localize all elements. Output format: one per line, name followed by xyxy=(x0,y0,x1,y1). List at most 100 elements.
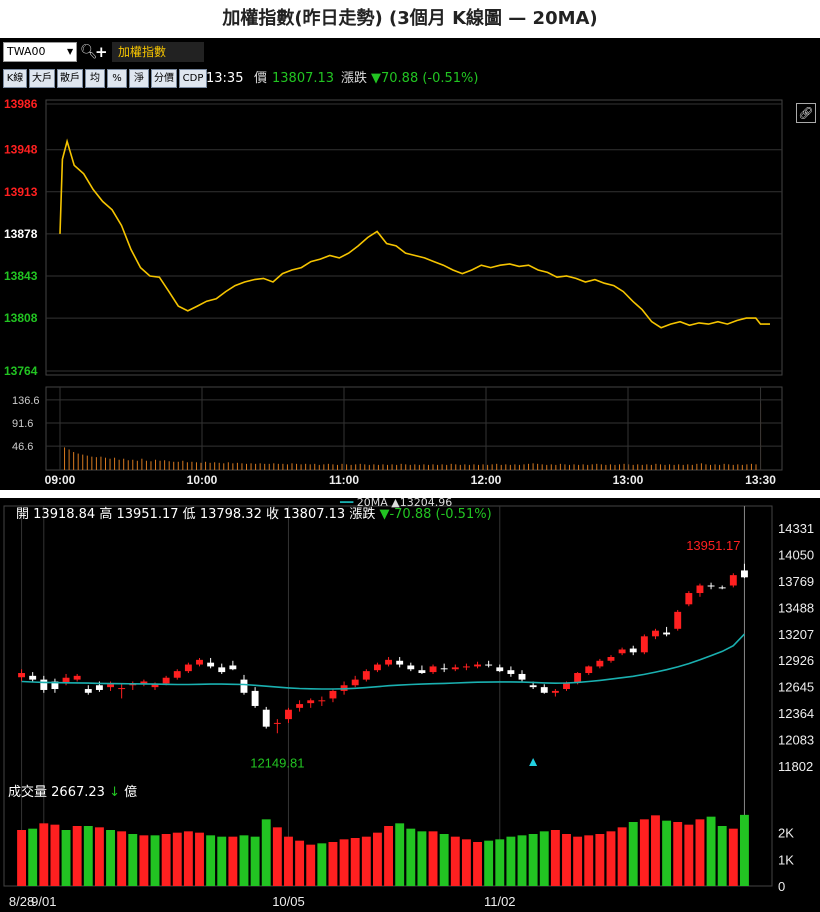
candle-body xyxy=(351,679,359,686)
volume-bar xyxy=(139,835,149,886)
volume-bar xyxy=(539,831,549,886)
price-tick-label: 13808 xyxy=(4,311,38,325)
candle-body xyxy=(373,664,381,671)
candle-body xyxy=(485,664,493,666)
kline-chart: 14331 14050 13769 13488 13207 12926 12645 12364… xyxy=(3,505,814,909)
volume-bar xyxy=(439,834,449,886)
candle-body xyxy=(674,611,682,629)
volume-bar xyxy=(106,830,115,886)
volume-bar xyxy=(417,831,427,886)
volume-bar xyxy=(272,827,282,886)
volume-bar xyxy=(406,828,416,886)
volume-bar xyxy=(606,831,616,886)
candle-body xyxy=(196,659,203,665)
kline-price-tick: 12645 xyxy=(778,680,814,695)
volume-label: 成交量 xyxy=(8,785,48,800)
price-tick-label: 13878 xyxy=(4,227,38,241)
candle-body xyxy=(540,687,548,693)
candle-body xyxy=(451,667,459,670)
price-line xyxy=(59,138,770,329)
candle-body xyxy=(29,675,37,680)
volume-legend: 成交量 2667.23 ↓ 億 xyxy=(8,784,137,802)
candle-body xyxy=(285,709,292,720)
candle-body xyxy=(685,593,693,605)
volume-bar xyxy=(28,828,38,886)
volume-tick-label: 2K xyxy=(778,826,794,841)
open-value: 13918.84 xyxy=(33,507,96,522)
candle-body xyxy=(462,666,470,668)
volume-bar xyxy=(306,844,316,886)
date-tick-label: 9/01 xyxy=(31,894,56,909)
volume-bar xyxy=(94,827,104,886)
price-tick-label: 13948 xyxy=(4,143,38,157)
page-title: 加權指數(昨日走勢) (3個月 K線圖 — 20MA) xyxy=(222,8,598,29)
candle-body xyxy=(652,630,659,637)
volume-bar xyxy=(728,828,738,886)
candle-body xyxy=(618,649,626,654)
volume-bar xyxy=(673,822,683,886)
candle-body xyxy=(707,585,715,587)
kline-price-tick: 11802 xyxy=(778,759,813,774)
candle-body xyxy=(718,587,726,589)
volume-bar xyxy=(662,820,672,886)
candle-body xyxy=(629,648,637,653)
high-label: 高 xyxy=(99,507,113,522)
volume-bar xyxy=(628,822,638,886)
candle-body xyxy=(474,664,481,667)
volume-tick-label: 91.6 xyxy=(12,418,33,430)
marker-triangle-icon xyxy=(529,758,538,766)
candle-body xyxy=(84,689,92,693)
time-tick-label: 12:00 xyxy=(471,473,502,487)
volume-bar xyxy=(584,835,594,886)
kline-price-tick: 12083 xyxy=(778,733,814,748)
volume-bar xyxy=(595,834,605,886)
candle-body xyxy=(184,664,192,672)
price-tick-label: 13764 xyxy=(4,364,38,378)
volume-bar xyxy=(461,839,471,886)
candle-body xyxy=(40,679,48,690)
volume-bar xyxy=(284,836,293,886)
volume-bar xyxy=(161,834,171,886)
volume-tick-label: 1K xyxy=(778,852,794,867)
ma-legend: ━━ 20MA ▲13204.96 xyxy=(340,498,453,509)
close-label: 收 xyxy=(265,507,279,522)
arrow-down-icon: ↓ xyxy=(109,785,120,800)
ma-legend-label: 20MA xyxy=(356,498,388,509)
volume-bar xyxy=(228,836,238,886)
volume-bar xyxy=(150,835,160,886)
volume-bar xyxy=(573,836,583,886)
volume-value: 2667.23 xyxy=(51,785,105,800)
candle-body xyxy=(429,666,437,673)
volume-bar xyxy=(72,826,82,886)
candle-body xyxy=(107,684,114,688)
candle-body xyxy=(240,679,248,693)
volume-bar xyxy=(372,832,382,886)
candle-body xyxy=(396,660,404,665)
volume-bar xyxy=(651,815,660,886)
time-tick-label: 10:00 xyxy=(187,473,218,487)
candle-body xyxy=(229,665,237,670)
volume-bar xyxy=(217,836,227,886)
candle-body xyxy=(118,688,126,690)
kline-price-tick: 13769 xyxy=(778,574,814,589)
price-tick-label: 13913 xyxy=(4,185,38,199)
candle-body xyxy=(18,673,26,678)
volume-bar xyxy=(695,819,705,886)
volume-bar xyxy=(617,827,627,886)
intraday-chart: 13986 13948 13913 13878 13843 13808 13764 136.6… xyxy=(4,97,783,487)
volume-bar xyxy=(261,819,271,886)
volume-bar xyxy=(528,834,538,886)
volume-bar xyxy=(562,834,571,886)
volume-bar xyxy=(17,830,27,886)
candle-body xyxy=(385,659,393,665)
volume-unit: 億 xyxy=(124,785,138,800)
price-tick-label: 13986 xyxy=(4,97,38,111)
candle-body xyxy=(329,690,337,699)
intraday-panel: TWA00 ▼ 🔍︎ + 加權指數 K線 大戶 散戶均% 淨分價 CDP 13:35 價 … xyxy=(0,38,820,490)
date-tick-label: 10/05 xyxy=(272,894,305,909)
time-tick-label: 11:00 xyxy=(329,473,359,487)
candle-body xyxy=(273,722,281,724)
candle-body xyxy=(318,700,326,702)
candle-body xyxy=(362,671,370,680)
candle-body xyxy=(607,657,615,661)
